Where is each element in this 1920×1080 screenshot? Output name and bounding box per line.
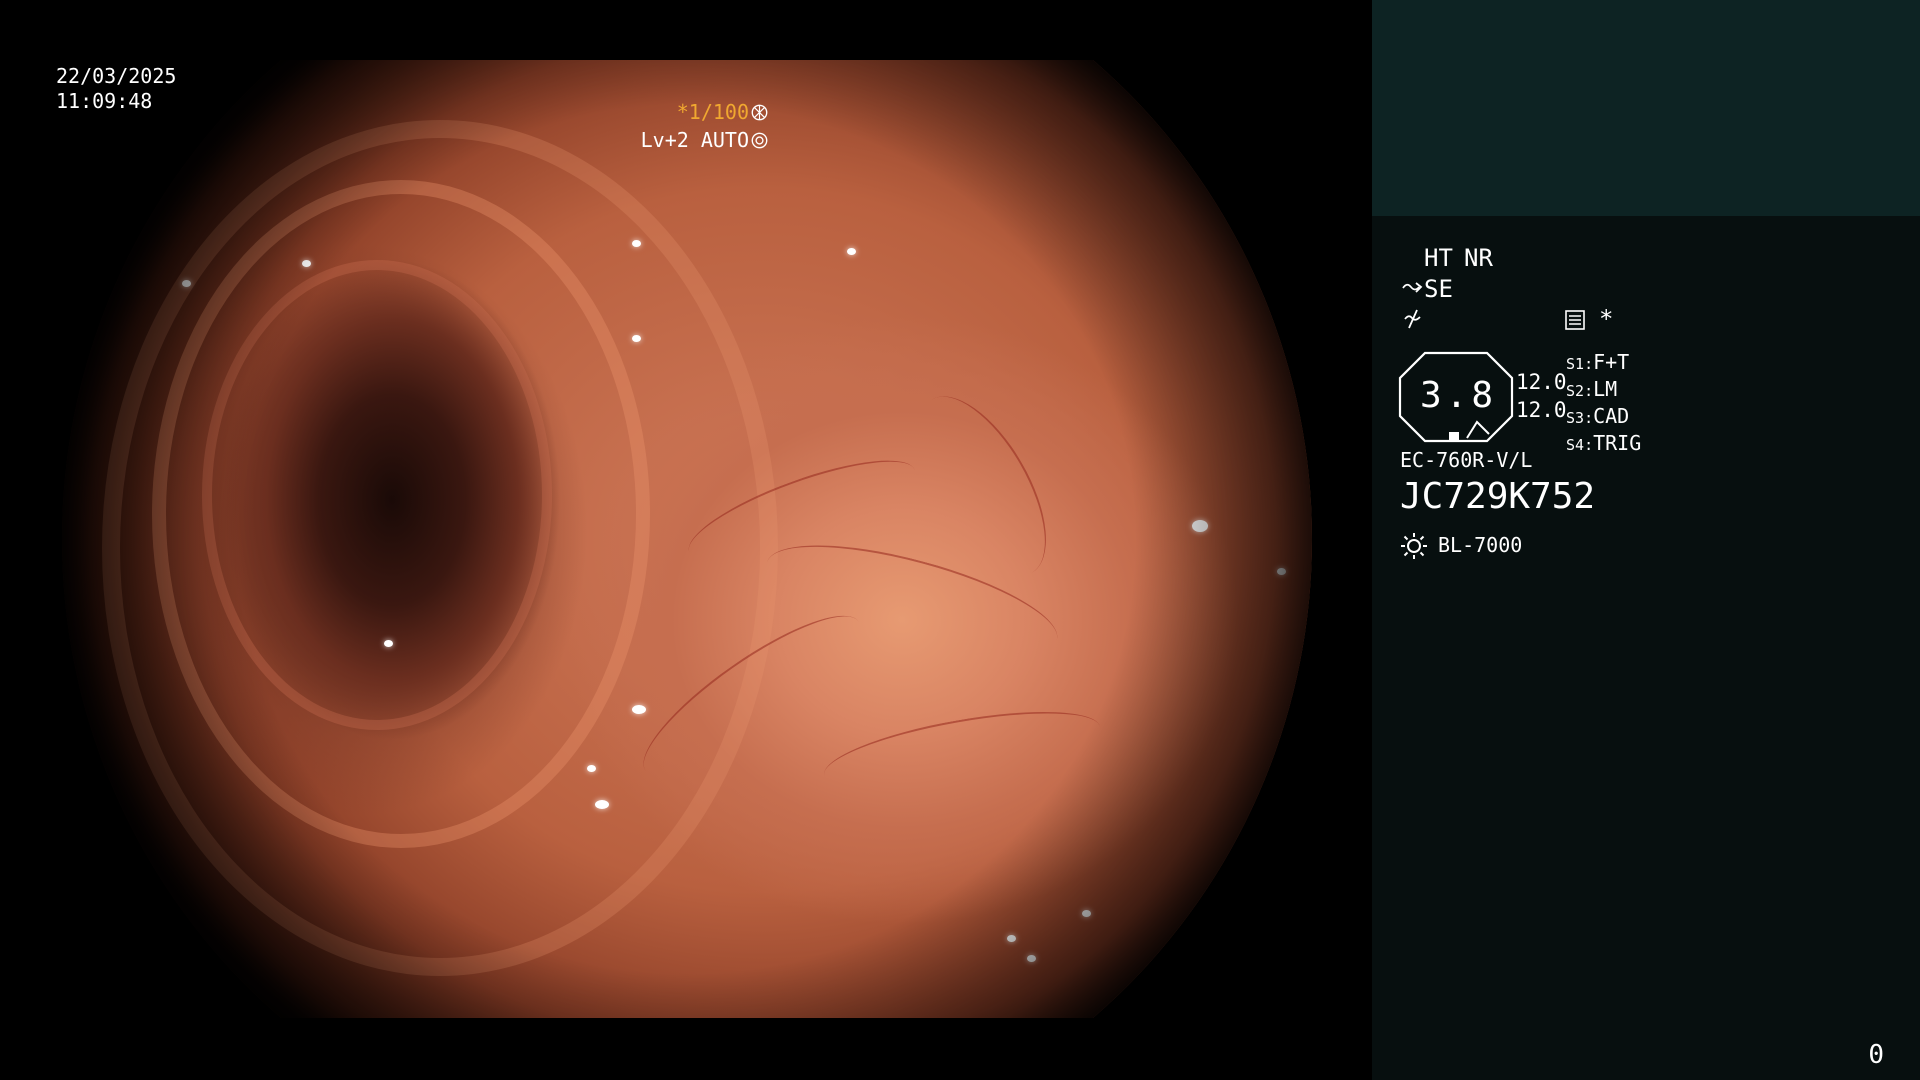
upper-value: 12.0 bbox=[1516, 370, 1567, 394]
lower-value: 12.0 bbox=[1516, 398, 1567, 422]
switch-key: S1 bbox=[1566, 355, 1585, 373]
switch-value: F+T bbox=[1593, 350, 1630, 374]
menu-list-icon bbox=[1565, 310, 1585, 330]
aperture-icon bbox=[751, 104, 768, 121]
switch-key: S2 bbox=[1566, 382, 1585, 400]
info-panel: HT NR SE * 3.8 12.0 12.0 S1:F+T S2:LM S3… bbox=[1372, 0, 1920, 1080]
tilde-arrow-icon bbox=[1402, 282, 1423, 293]
date-text: 22/03/2025 bbox=[56, 64, 177, 88]
endoscope-view: 22/03/2025 11:09:48 *1/100 Lv+2 AUTO bbox=[0, 0, 1372, 1080]
nr-label: NR bbox=[1464, 244, 1493, 272]
switch-value: TRIG bbox=[1593, 431, 1642, 455]
scope-serial: JC729K752 bbox=[1400, 476, 1596, 517]
image-vignette bbox=[62, 60, 1312, 1018]
se-label: SE bbox=[1424, 275, 1453, 303]
switch-key: S3 bbox=[1566, 409, 1585, 427]
switch-value: CAD bbox=[1593, 404, 1630, 428]
sun-icon bbox=[1401, 533, 1427, 559]
exposure-readout: *1/100 Lv+2 AUTO bbox=[641, 98, 768, 154]
ht-label: HT bbox=[1424, 244, 1453, 272]
switch-value: LM bbox=[1593, 377, 1618, 401]
switch-assignments: S1:F+T S2:LM S3:CAD S4:TRIG bbox=[1566, 350, 1642, 455]
iris-icon bbox=[751, 132, 768, 149]
shutter-text: *1/100 bbox=[676, 100, 749, 124]
date-time-readout: 22/03/2025 11:09:48 bbox=[56, 64, 176, 114]
asterisk-indicator: * bbox=[1599, 305, 1614, 333]
info-panel-header-area bbox=[1372, 0, 1920, 216]
light-source: BL-7000 bbox=[1438, 533, 1523, 557]
slash-wave-icon bbox=[1404, 309, 1421, 329]
scope-model: EC-760R-V/L bbox=[1400, 448, 1533, 472]
level-mode-text: Lv+2 AUTO bbox=[640, 128, 749, 152]
dial-value: 3.8 bbox=[1420, 375, 1498, 416]
frame-counter: 0 bbox=[1868, 1040, 1884, 1070]
time-text: 11:09:48 bbox=[56, 89, 153, 113]
switch-key: S4 bbox=[1566, 436, 1585, 454]
